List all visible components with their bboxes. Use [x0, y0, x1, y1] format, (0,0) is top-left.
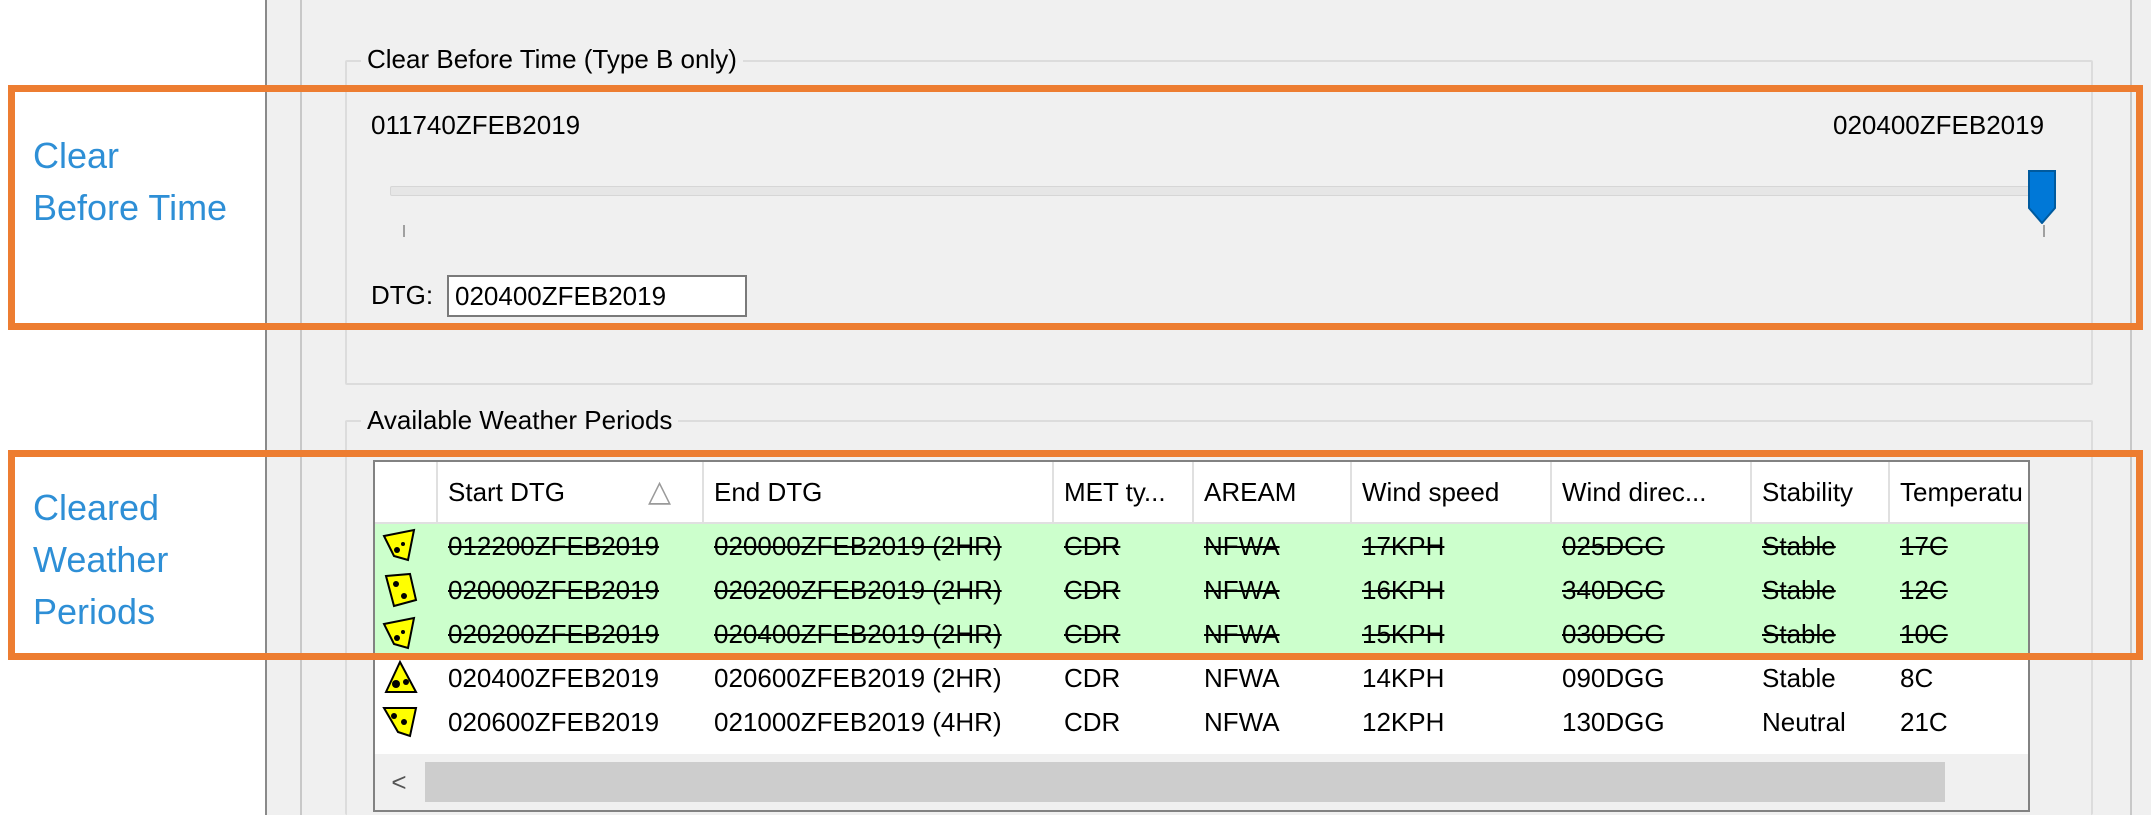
- clear-before-time-annotation: Clear Before Time: [33, 135, 228, 228]
- clear-before-time-title: Clear Before Time (Type B only): [361, 44, 743, 74]
- weather-symbol-icon: [380, 658, 420, 698]
- weather-periods-title: Available Weather Periods: [361, 405, 679, 435]
- cell-wind-direction: 130DGG: [1562, 707, 1665, 737]
- cell-met-type: CDR: [1064, 707, 1121, 737]
- cleared-weather-periods-annotation: Cleared Weather Periods: [33, 487, 169, 632]
- cell-wind-direction: 090DGG: [1562, 663, 1665, 693]
- cell-temperature: 8C: [1900, 663, 1934, 693]
- cell-end-dtg: 020600ZFEB2019 (2HR): [714, 663, 1002, 693]
- cell-start-dtg: 020600ZFEB2019: [448, 707, 660, 737]
- weather-symbol-icon: [380, 702, 420, 742]
- horizontal-scrollbar-thumb[interactable]: [425, 762, 1945, 802]
- cleared-weather-periods-highlight: [8, 450, 2143, 660]
- cell-start-dtg: 020400ZFEB2019: [448, 663, 660, 693]
- cell-met-type: CDR: [1064, 663, 1121, 693]
- cell-wind-speed: 14KPH: [1362, 663, 1445, 693]
- clear-before-time-highlight: [8, 85, 2143, 330]
- cell-wind-speed: 12KPH: [1362, 707, 1445, 737]
- cell-temperature: 21C: [1900, 707, 1948, 737]
- weather-row[interactable]: 020600ZFEB2019 021000ZFEB2019 (4HR) CDR NFW…: [375, 700, 2028, 744]
- scroll-left-button[interactable]: <: [379, 762, 419, 802]
- cell-end-dtg: 021000ZFEB2019 (4HR): [714, 707, 1002, 737]
- weather-row[interactable]: 020400ZFEB2019 020600ZFEB2019 (2HR) CDR NFW…: [375, 656, 2028, 700]
- cell-stability: Neutral: [1762, 707, 1846, 737]
- cell-stability: Stable: [1762, 663, 1836, 693]
- cell-aream: NFWA: [1204, 707, 1280, 737]
- cell-aream: NFWA: [1204, 663, 1280, 693]
